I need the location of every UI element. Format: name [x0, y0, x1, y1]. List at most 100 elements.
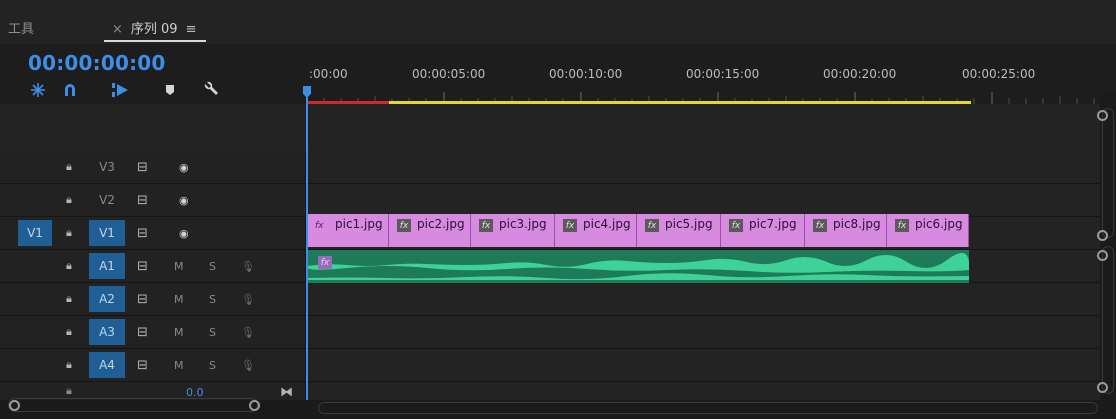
fx-badge[interactable]: fx — [563, 219, 577, 232]
fx-badge[interactable]: fx — [645, 219, 659, 232]
fx-badge[interactable]: fx — [315, 219, 324, 232]
close-tab-icon[interactable]: × — [112, 22, 123, 37]
clip-name: pic7.jpg — [749, 217, 797, 231]
lock-icon[interactable]: 🔒︎ — [66, 357, 72, 373]
lock-icon[interactable]: 🔒︎ — [66, 324, 72, 340]
audio-waveform — [307, 252, 969, 280]
video-clip[interactable]: fx pic2.jpg — [389, 214, 471, 247]
scroll-knob[interactable] — [249, 400, 260, 411]
sequence-tab-label: 序列 09 — [130, 22, 178, 37]
snap-insert-icon[interactable] — [28, 81, 48, 99]
source-patch-v1[interactable]: V1 — [18, 220, 52, 246]
microphone-icon[interactable]: 🎙︎ — [241, 258, 255, 274]
clip-name: pic5.jpg — [665, 217, 713, 231]
microphone-icon[interactable]: 🎙︎ — [241, 357, 255, 373]
magnet-icon[interactable] — [60, 81, 80, 99]
wrench-icon[interactable] — [201, 81, 221, 99]
track-target-a4[interactable]: A4 — [89, 352, 125, 378]
video-clip[interactable]: fx pic5.jpg — [637, 214, 721, 247]
lock-icon[interactable]: 🔒︎ — [66, 225, 72, 241]
scroll-knob[interactable] — [1097, 382, 1108, 393]
clip-name: pic6.jpg — [915, 217, 963, 231]
fx-badge[interactable]: fx — [318, 256, 332, 269]
track-header-v2 — [0, 184, 305, 216]
fx-badge[interactable]: fx — [813, 219, 827, 232]
scroll-knob[interactable] — [1097, 230, 1108, 241]
lock-icon[interactable]: 🔒︎ — [66, 386, 72, 396]
ruler-label: 00:00:15:00 — [686, 67, 760, 81]
track-target-a1[interactable]: A1 — [89, 253, 125, 279]
track-row-a2: 🔒︎ A2 ⊟ M S 🎙︎ — [0, 283, 1100, 316]
scroll-knob[interactable] — [1097, 110, 1108, 121]
sync-lock-icon[interactable]: ⊟ — [137, 159, 148, 175]
master-volume-value[interactable]: 0.0 — [186, 386, 204, 398]
track-target-v1[interactable]: V1 — [89, 220, 125, 246]
fx-badge[interactable]: fx — [397, 219, 411, 232]
track-header-a1 — [0, 250, 305, 282]
ruler-label: 00:00:05:00 — [412, 67, 486, 81]
sync-lock-icon[interactable]: ⊟ — [137, 324, 148, 340]
track-target-v3[interactable]: V3 — [89, 154, 125, 180]
eye-icon[interactable]: ◉ — [179, 192, 189, 208]
tab-sequence[interactable]: × 序列 09 ≡ — [112, 18, 197, 37]
eye-icon[interactable]: ◉ — [179, 225, 189, 241]
add-marker-icon[interactable] — [160, 81, 180, 99]
scroll-knob[interactable] — [1097, 250, 1108, 261]
fx-badge[interactable]: fx — [895, 219, 909, 232]
video-clip[interactable]: fx pic8.jpg — [805, 214, 887, 247]
track-row-a3: 🔒︎ A3 ⊟ M S 🎙︎ — [0, 316, 1100, 349]
track-target-v2[interactable]: V2 — [89, 187, 125, 213]
sync-lock-icon[interactable]: ⊟ — [137, 258, 148, 274]
video-clip[interactable]: fx pic1.jpg — [307, 214, 389, 247]
lock-icon[interactable]: 🔒︎ — [66, 192, 72, 208]
ruler-label: :00:00 — [309, 67, 348, 81]
track-target-a2[interactable]: A2 — [89, 286, 125, 312]
lock-icon[interactable]: 🔒︎ — [66, 291, 72, 307]
go-to-end-icon[interactable]: ⧓ — [280, 384, 293, 400]
playhead-line[interactable] — [306, 96, 308, 400]
ruler-label: 00:00:25:00 — [962, 67, 1036, 81]
fx-badge[interactable]: fx — [479, 219, 493, 232]
sync-lock-icon[interactable]: ⊟ — [137, 192, 148, 208]
clip-name: pic3.jpg — [499, 217, 547, 231]
scroll-knob[interactable] — [9, 400, 20, 411]
track-header-scrollbar[interactable] — [8, 398, 258, 412]
ruler-label: 00:00:10:00 — [549, 67, 623, 81]
video-clip[interactable]: fx pic7.jpg — [721, 214, 805, 247]
microphone-icon[interactable]: 🎙︎ — [241, 324, 255, 340]
track-target-a3[interactable]: A3 — [89, 319, 125, 345]
track-row-v2: 🔒︎ V2 ⊟ ◉ — [0, 184, 1100, 217]
tab-tools[interactable]: 工具 — [8, 18, 34, 37]
solo-button[interactable]: S — [209, 258, 216, 274]
microphone-icon[interactable]: 🎙︎ — [241, 291, 255, 307]
lock-icon[interactable]: 🔒︎ — [66, 159, 72, 175]
mute-button[interactable]: M — [174, 291, 184, 307]
fx-badge[interactable]: fx — [729, 219, 743, 232]
lock-icon[interactable]: 🔒︎ — [66, 258, 72, 274]
video-clip[interactable]: fx pic6.jpg — [887, 214, 969, 247]
eye-icon[interactable]: ◉ — [179, 159, 189, 175]
sync-lock-icon[interactable]: ⊟ — [137, 225, 148, 241]
solo-button[interactable]: S — [209, 324, 216, 340]
solo-button[interactable]: S — [209, 291, 216, 307]
audio-scroll-thumb[interactable] — [1102, 246, 1114, 394]
playhead-timecode[interactable]: 00:00:00:00 — [28, 51, 166, 75]
linked-selection-icon[interactable] — [110, 81, 130, 99]
mute-button[interactable]: M — [174, 258, 184, 274]
track-header-a3 — [0, 316, 305, 348]
mute-button[interactable]: M — [174, 357, 184, 373]
timeline-zoom-scrollbar[interactable] — [318, 402, 1098, 414]
track-row-v3: 🔒︎ V3 ⊟ ◉ — [0, 151, 1100, 184]
video-scroll-thumb[interactable] — [1102, 108, 1114, 238]
ruler-label: 00:00:20:00 — [823, 67, 897, 81]
solo-button[interactable]: S — [209, 357, 216, 373]
track-row-a4: 🔒︎ A4 ⊟ M S 🎙︎ — [0, 349, 1100, 382]
clip-name: pic2.jpg — [417, 217, 465, 231]
sync-lock-icon[interactable]: ⊟ — [137, 291, 148, 307]
panel-menu-icon[interactable]: ≡ — [186, 22, 197, 37]
video-clip[interactable]: fx pic3.jpg — [471, 214, 555, 247]
mute-button[interactable]: M — [174, 324, 184, 340]
video-clip[interactable]: fx pic4.jpg — [555, 214, 637, 247]
audio-clip[interactable] — [307, 250, 969, 283]
sync-lock-icon[interactable]: ⊟ — [137, 357, 148, 373]
